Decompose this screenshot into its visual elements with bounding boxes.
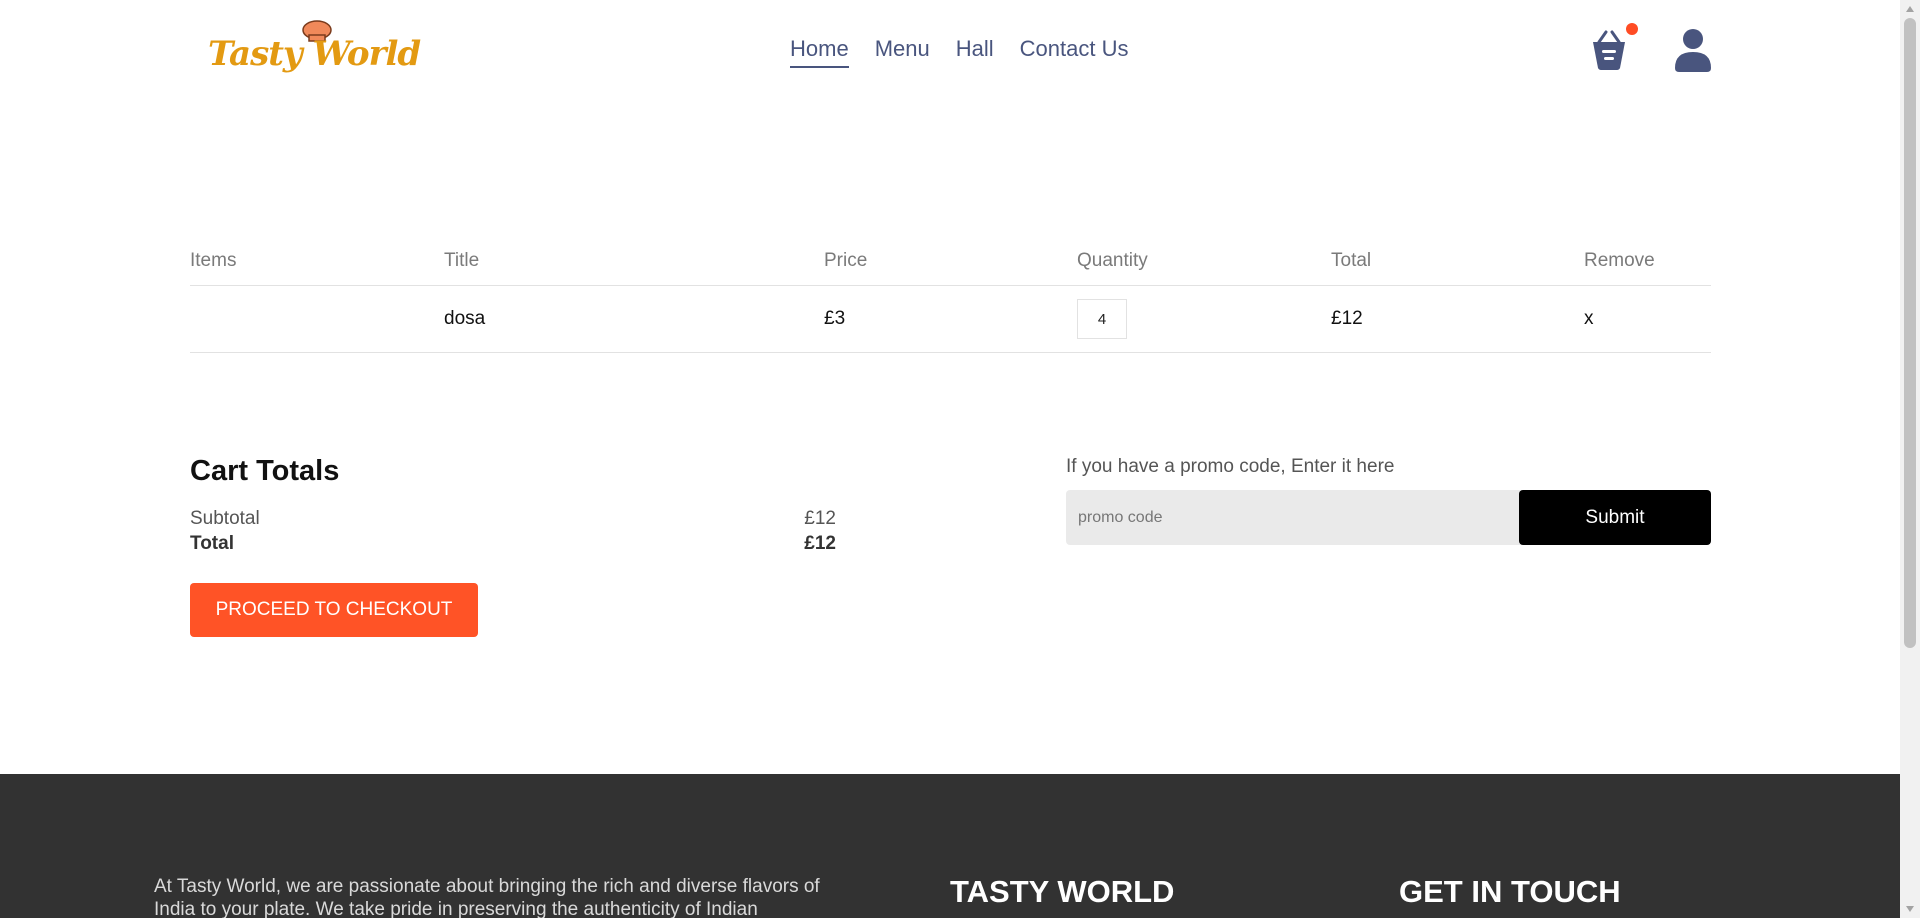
table-row: dosa £3 4 £12 x: [190, 286, 1711, 353]
column-header-quantity: Quantity: [1077, 249, 1148, 271]
logo[interactable]: Tasty World: [208, 18, 421, 78]
promo-code-input[interactable]: [1066, 490, 1519, 545]
main-nav: Home Menu Hall Contact Us: [790, 36, 1128, 68]
promo-label: If you have a promo code, Enter it here: [1066, 456, 1395, 477]
column-header-price: Price: [824, 249, 868, 271]
promo-submit-button[interactable]: Submit: [1519, 490, 1711, 545]
footer-about-text: At Tasty World, we are passionate about …: [154, 876, 820, 918]
cart-totals: Cart Totals Subtotal £12 Total £12 PROCE…: [190, 455, 836, 637]
remove-button[interactable]: x: [1584, 308, 1711, 330]
footer-contact-heading: GET IN TOUCH: [1399, 874, 1621, 909]
column-header-items: Items: [190, 249, 237, 271]
subtotal-label: Subtotal: [190, 508, 260, 529]
vertical-scrollbar[interactable]: [1900, 0, 1920, 918]
footer: At Tasty World, we are passionate about …: [0, 774, 1900, 918]
item-title: dosa: [444, 308, 486, 329]
scrollbar-thumb[interactable]: [1904, 18, 1916, 648]
basket-icon[interactable]: [1589, 28, 1629, 72]
cart-totals-heading: Cart Totals: [190, 455, 340, 487]
column-header-remove: Remove: [1584, 249, 1655, 271]
nav-menu[interactable]: Menu: [875, 36, 930, 68]
user-icon[interactable]: [1674, 28, 1712, 72]
total-row: Total £12: [190, 531, 836, 556]
cart-table: Items Title Price Quantity Total Remove …: [190, 236, 1711, 353]
nav-home[interactable]: Home: [790, 36, 849, 68]
total-value: £12: [804, 533, 836, 554]
item-total: £12: [1331, 308, 1363, 329]
promo-section: If you have a promo code, Enter it here …: [1066, 456, 1711, 545]
subtotal-value: £12: [804, 508, 836, 529]
subtotal-row: Subtotal £12: [190, 506, 836, 531]
scroll-up-arrow-icon[interactable]: [1906, 6, 1914, 12]
quantity-field[interactable]: 4: [1077, 299, 1127, 339]
total-label: Total: [190, 533, 234, 554]
header: Tasty World Home Menu Hall Contact Us: [0, 0, 1900, 100]
nav-contact-us[interactable]: Contact Us: [1020, 36, 1129, 68]
logo-text: Tasty World: [208, 34, 421, 74]
scroll-down-arrow-icon[interactable]: [1906, 906, 1914, 912]
column-header-total: Total: [1331, 249, 1372, 271]
promo-box: Submit: [1066, 490, 1711, 545]
proceed-to-checkout-button[interactable]: PROCEED TO CHECKOUT: [190, 583, 478, 637]
cart-notification-dot: [1626, 23, 1638, 35]
footer-brand-heading: TASTY WORLD: [950, 874, 1175, 909]
item-price: £3: [824, 308, 846, 329]
table-header: Items Title Price Quantity Total Remove: [190, 236, 1711, 286]
column-header-title: Title: [444, 249, 480, 271]
nav-hall[interactable]: Hall: [956, 36, 994, 68]
